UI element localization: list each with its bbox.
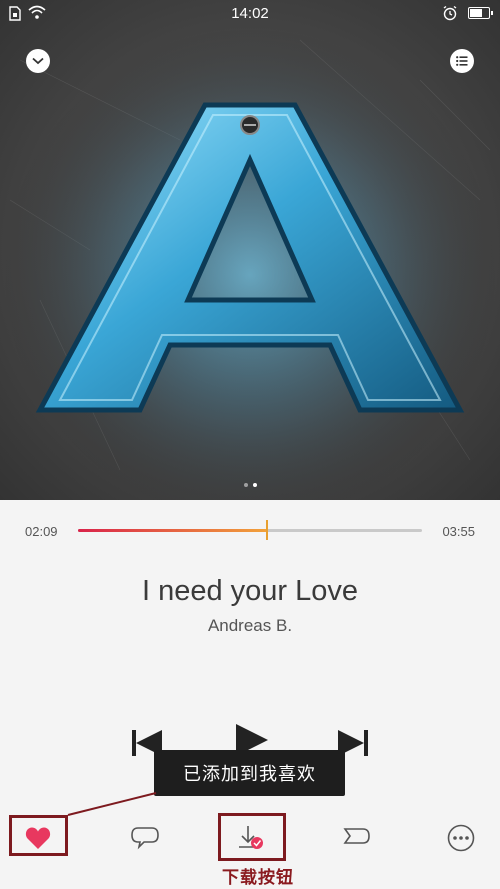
share-button[interactable] (338, 820, 374, 856)
album-art[interactable]: 14:02 (0, 0, 500, 500)
toast-message: 已添加到我喜欢 (154, 750, 345, 796)
like-highlight-box (9, 815, 68, 856)
more-button[interactable] (443, 820, 479, 856)
current-time: 02:09 (25, 524, 58, 539)
battery-icon (468, 7, 493, 19)
page-dot (243, 483, 248, 487)
list-icon (456, 56, 468, 66)
playlist-button[interactable] (450, 49, 474, 73)
download-highlight-box (218, 813, 286, 861)
share-icon (343, 828, 370, 844)
album-art-letter (0, 0, 500, 500)
page-indicator (0, 483, 500, 487)
song-artist[interactable]: Andreas B. (0, 616, 500, 636)
more-icon (447, 824, 475, 852)
chevron-down-icon (32, 57, 44, 65)
status-bar: 14:02 (0, 0, 500, 28)
status-time: 14:02 (231, 5, 269, 22)
progress-played (78, 529, 268, 532)
download-annotation-label: 下载按钮 (222, 868, 294, 888)
page-dot-active (252, 483, 257, 487)
collapse-button[interactable] (26, 49, 50, 73)
progress-thumb[interactable] (266, 520, 269, 540)
alarm-icon (443, 5, 457, 21)
song-title: I need your Love (141, 575, 359, 607)
total-time: 03:55 (442, 524, 475, 539)
comment-button[interactable] (127, 820, 163, 856)
comment-icon (131, 827, 159, 850)
progress-slider[interactable] (78, 520, 422, 540)
